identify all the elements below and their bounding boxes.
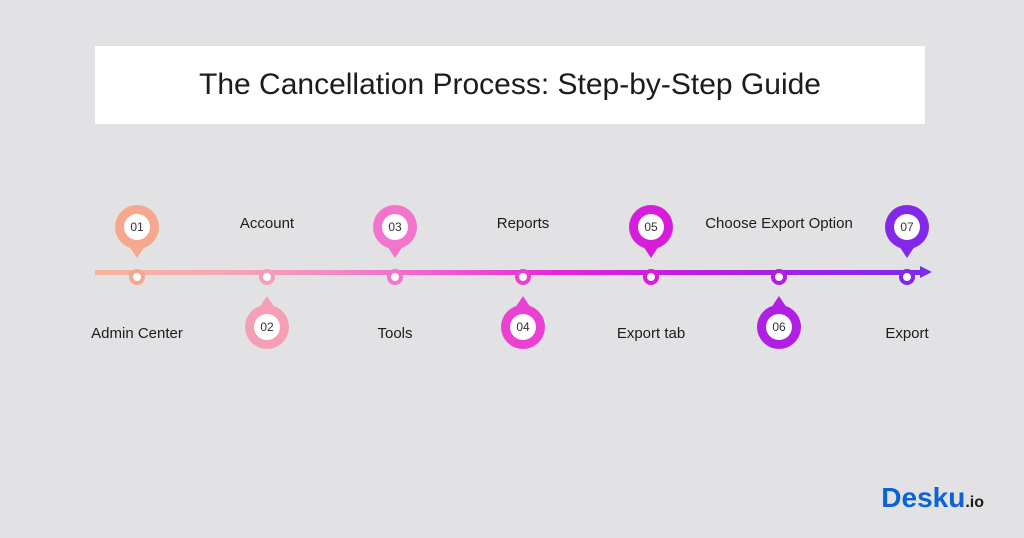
step-number: 03: [382, 214, 408, 240]
brand-logo: Desku.io: [881, 482, 984, 514]
step-number: 01: [124, 214, 150, 240]
timeline-arrow-icon: [920, 266, 932, 278]
step-pin-icon: 05: [629, 205, 673, 249]
step-pin-icon: 01: [115, 205, 159, 249]
step-pin-icon: 07: [885, 205, 929, 249]
step-label: Export tab: [617, 325, 685, 342]
pin-tail-icon: [643, 246, 659, 258]
step-number: 04: [510, 314, 536, 340]
step-label: Admin Center: [91, 325, 183, 342]
step-dot-icon: [643, 269, 659, 285]
step-pin-icon: 04: [501, 305, 545, 349]
pin-tail-icon: [259, 296, 275, 308]
timeline-line: [95, 270, 925, 275]
step-number: 05: [638, 214, 664, 240]
step-label: Export: [885, 325, 928, 342]
step-number: 07: [894, 214, 920, 240]
step-label: Choose Export Option: [705, 215, 853, 232]
timeline: 01Admin Center02Account03Tools04Reports0…: [95, 270, 925, 275]
step-dot-icon: [387, 269, 403, 285]
pin-tail-icon: [129, 246, 145, 258]
step-label: Tools: [377, 325, 412, 342]
title-container: The Cancellation Process: Step-by-Step G…: [95, 46, 925, 124]
step-pin-icon: 02: [245, 305, 289, 349]
pin-tail-icon: [387, 246, 403, 258]
pin-tail-icon: [515, 296, 531, 308]
page-title: The Cancellation Process: Step-by-Step G…: [199, 68, 821, 102]
brand-suffix: .io: [965, 494, 984, 511]
step-dot-icon: [899, 269, 915, 285]
step-dot-icon: [259, 269, 275, 285]
brand-name: Desku: [881, 482, 965, 513]
step-pin-icon: 03: [373, 205, 417, 249]
step-pin-icon: 06: [757, 305, 801, 349]
pin-tail-icon: [899, 246, 915, 258]
pin-tail-icon: [771, 296, 787, 308]
step-dot-icon: [771, 269, 787, 285]
step-label: Reports: [497, 215, 550, 232]
step-dot-icon: [515, 269, 531, 285]
step-number: 06: [766, 314, 792, 340]
step-label: Account: [240, 215, 294, 232]
step-dot-icon: [129, 269, 145, 285]
step-number: 02: [254, 314, 280, 340]
